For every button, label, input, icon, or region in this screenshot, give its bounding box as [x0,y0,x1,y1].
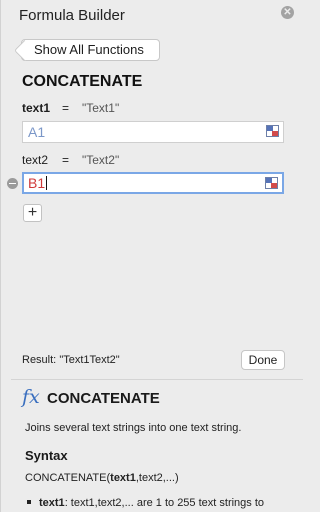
syntax-line: CONCATENATE(text1,text2,...) [25,472,179,484]
argument-value: A1 [28,124,46,140]
syntax-bold-arg: text1 [110,472,136,484]
panel-title: Formula Builder [19,7,125,24]
show-all-functions-button[interactable]: Show All Functions [21,39,160,61]
show-all-functions-label: Show All Functions [34,42,144,57]
argument-value: B1 [28,175,46,191]
result-label: Result: [22,354,57,366]
argument-help-item: text1: text1,text2,... are 1 to 255 text… [27,497,264,509]
argument-field-text1[interactable]: A1 [22,121,284,143]
function-name: CONCATENATE [22,73,143,90]
syntax-prefix: CONCATENATE( [25,472,111,484]
add-argument-button[interactable]: + [23,204,42,222]
result-value: "Text1Text2" [59,354,120,366]
argument-label-text1: text1 = "Text1" [22,101,119,115]
close-icon[interactable]: ✕ [281,6,294,19]
argument-preview: "Text2" [82,153,120,167]
help-description: Joins several text strings into one text… [25,422,242,434]
remove-argument-icon[interactable] [7,178,18,189]
syntax-suffix: ,text2,...) [135,472,179,484]
divider [11,379,303,380]
argument-name: text2 [22,153,49,167]
argument-name: text1 [22,101,51,115]
argument-preview: "Text1" [82,101,120,115]
argument-equals: = [62,153,70,167]
formula-builder-panel: Formula Builder ✕ Show All Functions CON… [0,0,303,512]
cell-picker-icon[interactable] [265,177,278,189]
result-line: Result: "Text1Text2" [22,354,120,366]
cell-picker-icon[interactable] [266,125,279,137]
argument-label-text2: text2 = "Text2" [22,153,119,167]
bullet-text: : text1,text2,... are 1 to 255 text stri… [64,497,265,509]
bullet-icon [27,500,31,504]
argument-field-text2[interactable]: B1 [22,172,284,194]
syntax-heading: Syntax [25,448,68,463]
bullet-term: text1 [39,497,65,509]
text-caret [46,176,48,190]
help-function-name: CONCATENATE [47,390,160,407]
done-button[interactable]: Done [241,350,285,370]
function-icon: fx [22,386,40,408]
argument-equals: = [62,101,70,115]
